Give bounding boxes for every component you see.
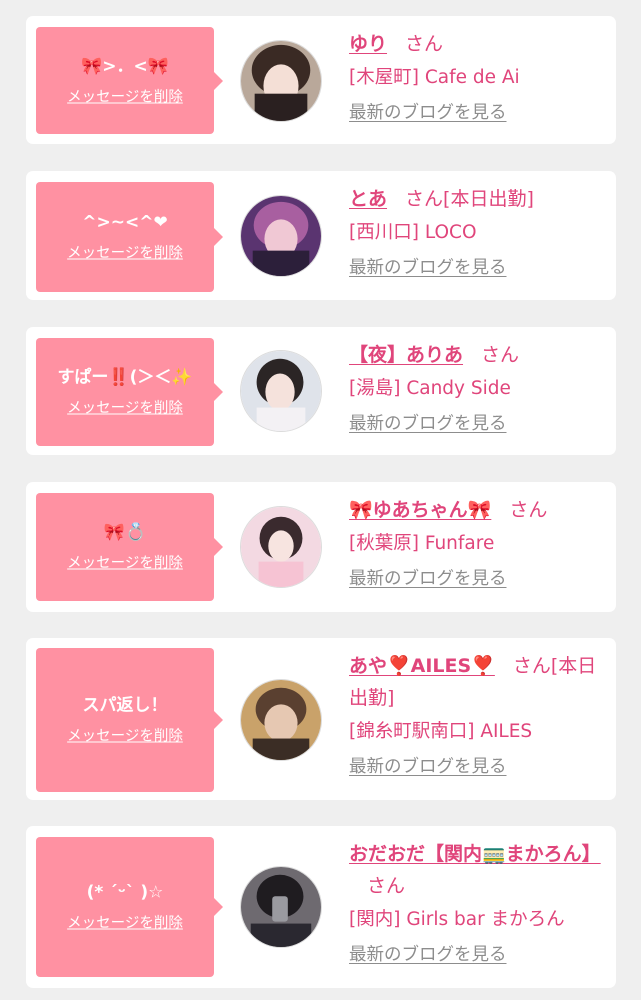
message-text: すぱー‼️(＞＜✨ [57, 367, 193, 388]
name-line: とあ さん[本日出勤] [349, 183, 602, 215]
name-line: おだおだ【関内🚃まかろん】さん [349, 838, 602, 902]
delete-message-link[interactable]: メッセージを削除 [67, 400, 183, 418]
name-line: ゆり さん [349, 28, 602, 60]
shop-label: [西川口] LOCO [349, 222, 477, 243]
avatar[interactable] [240, 866, 322, 948]
shop-label: [錦糸町駅南口] AILES [349, 721, 533, 742]
message-text: スパ返し！ [82, 695, 168, 716]
avatar-photo-placeholder [241, 41, 321, 121]
avatar-photo-placeholder [241, 867, 321, 947]
shop-label: [木屋町] Cafe de Ai [349, 67, 520, 88]
latest-blog-link[interactable]: 最新のブログを見る [349, 100, 507, 126]
message-bubble: すぱー‼️(＞＜✨ メッセージを削除 [36, 338, 223, 446]
avatar[interactable] [240, 195, 322, 277]
shop-label: [関内] Girls bar まかろん [349, 909, 565, 930]
message-card: すぱー‼️(＞＜✨ メッセージを削除 【夜】ありあ さん [湯島] Candy S… [26, 327, 616, 455]
avatar[interactable] [240, 679, 322, 761]
honorific: さん [512, 655, 551, 677]
cast-name-link[interactable]: おだおだ【関内🚃まかろん】 [349, 843, 601, 865]
message-card: (* ˊᵕˋ )☆ メッセージを削除 おだおだ【関内🚃まかろん】さん [関内] … [26, 826, 616, 988]
card-info: ゆり さん [木屋町] Cafe de Ai 最新のブログを見る [349, 28, 602, 126]
message-bubble: ^>~<^❤ メッセージを削除 [36, 182, 223, 292]
honorific: さん [481, 344, 520, 366]
cast-name-link[interactable]: 【夜】ありあ [349, 344, 463, 366]
shop-label: [湯島] Candy Side [349, 378, 511, 399]
delete-message-link[interactable]: メッセージを削除 [67, 245, 183, 263]
honorific: さん [367, 875, 406, 897]
shop-label: [秋葉原] Funfare [349, 533, 495, 554]
message-text: 🎀💍 [103, 522, 147, 543]
avatar-photo-placeholder [241, 351, 321, 431]
honorific: さん [405, 33, 444, 55]
latest-blog-link[interactable]: 最新のブログを見る [349, 411, 507, 437]
message-card: 🎀💍 メッセージを削除 🎀ゆあちゃん🎀 さん [秋葉原] Funfare 最新のブ… [26, 482, 616, 612]
name-line: 【夜】ありあ さん [349, 339, 602, 371]
message-card: ^>~<^❤ メッセージを削除 とあ さん[本日出勤] [西川口] LOCO 最新… [26, 171, 616, 300]
card-info: 【夜】ありあ さん [湯島] Candy Side 最新のブログを見る [349, 339, 602, 437]
avatar[interactable] [240, 40, 322, 122]
honorific: さん [509, 499, 548, 521]
latest-blog-link[interactable]: 最新のブログを見る [349, 566, 507, 592]
avatar-photo-placeholder [241, 507, 321, 587]
name-line: あや❣️AILES❣️ さん[本日出勤] [349, 650, 602, 714]
card-info: とあ さん[本日出勤] [西川口] LOCO 最新のブログを見る [349, 183, 602, 281]
latest-blog-link[interactable]: 最新のブログを見る [349, 942, 507, 968]
avatar-photo-placeholder [241, 196, 321, 276]
cast-name-link[interactable]: とあ [349, 188, 387, 210]
message-bubble: スパ返し！ メッセージを削除 [36, 648, 223, 792]
delete-message-link[interactable]: メッセージを削除 [67, 555, 183, 573]
message-text: (* ˊᵕˋ )☆ [86, 882, 164, 903]
message-text: 🎀>．<🎀 [81, 56, 169, 76]
message-bubble: (* ˊᵕˋ )☆ メッセージを削除 [36, 837, 223, 977]
card-info: 🎀ゆあちゃん🎀 さん [秋葉原] Funfare 最新のブログを見る [349, 494, 602, 592]
delete-message-link[interactable]: メッセージを削除 [67, 88, 183, 106]
name-line: 🎀ゆあちゃん🎀 さん [349, 494, 602, 526]
avatar-photo-placeholder [241, 680, 321, 760]
avatar[interactable] [240, 350, 322, 432]
cast-name-link[interactable]: ゆり [349, 33, 387, 55]
cast-name-link[interactable]: あや❣️AILES❣️ [349, 655, 495, 677]
latest-blog-link[interactable]: 最新のブログを見る [349, 754, 507, 780]
avatar[interactable] [240, 506, 322, 588]
delete-message-link[interactable]: メッセージを削除 [67, 915, 183, 933]
honorific: さん [405, 188, 444, 210]
message-bubble: 🎀>．<🎀 メッセージを削除 [36, 27, 223, 134]
latest-blog-link[interactable]: 最新のブログを見る [349, 255, 507, 281]
delete-message-link[interactable]: メッセージを削除 [67, 728, 183, 746]
card-info: おだおだ【関内🚃まかろん】さん [関内] Girls bar まかろん 最新のブ… [349, 838, 602, 968]
attendance-status: [本日出勤] [443, 188, 534, 210]
message-card: スパ返し！ メッセージを削除 あや❣️AILES❣️ さん[本日出勤] [錦糸町駅… [26, 638, 616, 800]
card-info: あや❣️AILES❣️ さん[本日出勤] [錦糸町駅南口] AILES 最新のブロ… [349, 650, 602, 780]
message-text: ^>~<^❤ [82, 212, 168, 233]
cast-name-link[interactable]: 🎀ゆあちゃん🎀 [349, 499, 491, 521]
message-card: 🎀>．<🎀 メッセージを削除 ゆり さん [木屋町] Cafe de Ai 最新の… [26, 16, 616, 144]
message-bubble: 🎀💍 メッセージを削除 [36, 493, 223, 601]
